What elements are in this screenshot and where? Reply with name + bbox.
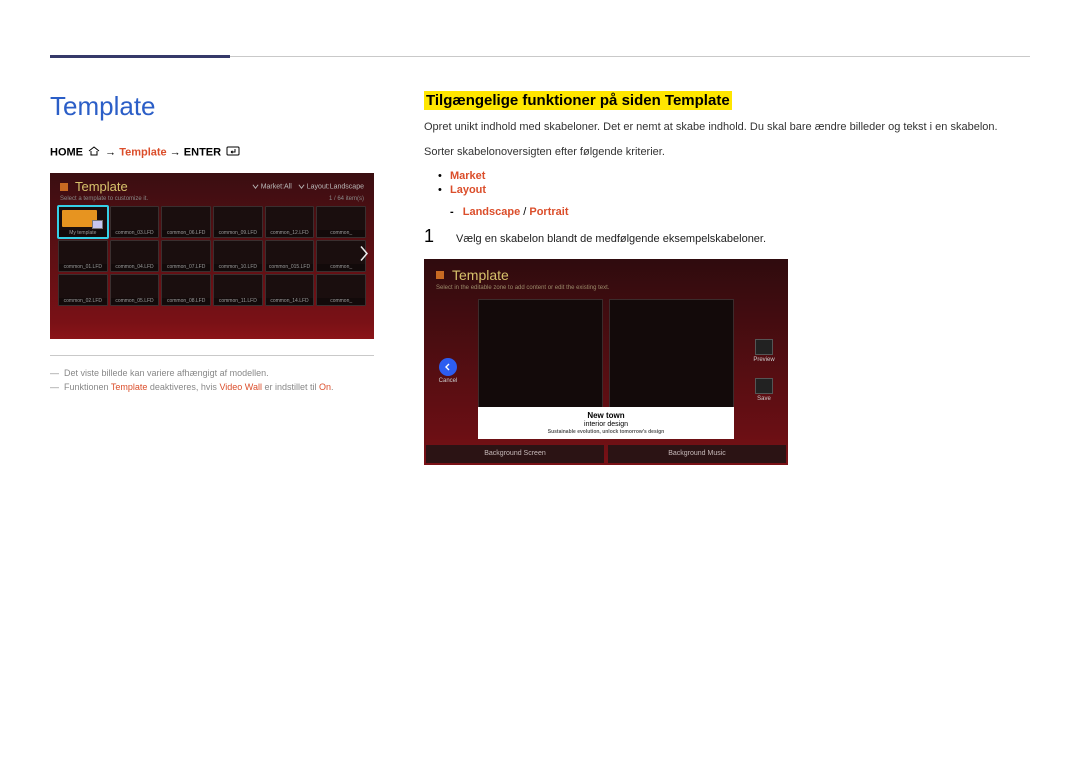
template-thumb[interactable]: common_03.LFD	[110, 206, 160, 238]
breadcrumb-arrow-2: →	[170, 146, 181, 158]
template-thumb[interactable]: common_06.LFD	[161, 206, 211, 238]
filter-layout[interactable]: Layout:Landscape	[298, 183, 364, 190]
template-doc-icon-2	[436, 271, 444, 279]
template-thumb[interactable]: common_09.LFD	[213, 206, 263, 238]
caption-subtitle: interior design	[484, 421, 728, 428]
template-thumb[interactable]: common_	[316, 274, 366, 306]
sub-orientation: - Landscape / Portrait	[450, 206, 1030, 218]
note-model-text: Det viste billede kan variere afhængigt …	[64, 368, 269, 378]
breadcrumb-arrow-1: →	[105, 146, 116, 158]
template-thumb-label: common_14.LFD	[266, 298, 314, 305]
template-caption[interactable]: New town interior design Sustainable evo…	[478, 407, 734, 439]
template-thumb-label: common_03.LFD	[111, 230, 159, 237]
note-model-vary: ― Det viste billede kan variere afhængig…	[50, 368, 374, 378]
bullet-layout: Layout	[438, 184, 1030, 196]
shot1-title: Template	[75, 179, 128, 194]
shot1-counter: 1 / 64 item(s)	[329, 196, 364, 202]
shot2-title: Template	[452, 267, 509, 283]
template-thumb-label: common_01.LFD	[59, 264, 107, 271]
template-thumb-label: common_015.LFD	[266, 264, 314, 271]
top-rule-accent	[50, 55, 230, 58]
template-thumb-label: common_12.LFD	[266, 230, 314, 237]
caption-title: New town	[587, 411, 624, 420]
shot2-subtitle: Select in the editable zone to add conte…	[424, 285, 788, 297]
filter-layout-value: Landscape	[330, 183, 364, 190]
page-title: Template	[50, 91, 374, 122]
note-video-text: Funktionen Template deaktiveres, hvis Vi…	[64, 382, 334, 392]
save-icon	[755, 378, 773, 394]
template-doc-icon	[60, 183, 68, 191]
template-thumb[interactable]: common_10.LFD	[213, 240, 263, 272]
notes-separator	[50, 355, 374, 356]
background-music-button[interactable]: Background Music	[608, 445, 786, 463]
template-thumb-label: common_07.LFD	[162, 264, 210, 271]
filter-layout-label: Layout:	[307, 183, 330, 190]
enter-icon	[226, 146, 240, 159]
save-button[interactable]: Save	[746, 378, 782, 402]
sub-landscape: Landscape	[463, 206, 520, 218]
filter-market-value: All	[284, 183, 292, 190]
shot1-subtitle: Select a template to customize it.	[60, 196, 148, 202]
template-thumb[interactable]: common_04.LFD	[110, 240, 160, 272]
breadcrumb-enter: ENTER	[184, 146, 221, 158]
back-arrow-icon	[439, 358, 457, 376]
template-thumb-label: common_06.LFD	[162, 230, 210, 237]
template-thumb-label: common_04.LFD	[111, 264, 159, 271]
template-thumb[interactable]: My template	[58, 206, 108, 238]
template-editor-screenshot: Template Select in the editable zone to …	[424, 259, 788, 465]
note-video-wall: ― Funktionen Template deaktiveres, hvis …	[50, 382, 374, 392]
template-thumb[interactable]: common_02.LFD	[58, 274, 108, 306]
filter-market[interactable]: Market:All	[252, 183, 292, 190]
template-thumb[interactable]: common_05.LFD	[110, 274, 160, 306]
top-rule	[50, 56, 1030, 57]
template-thumb[interactable]: common_015.LFD	[265, 240, 315, 272]
preview-icon	[755, 339, 773, 355]
template-thumb[interactable]: common_07.LFD	[161, 240, 211, 272]
template-thumb-label: common_09.LFD	[214, 230, 262, 237]
preview-label: Preview	[753, 357, 774, 363]
template-thumb-label: common_02.LFD	[59, 298, 107, 305]
template-thumb-label: common_11.LFD	[214, 298, 262, 305]
template-thumb[interactable]: common_08.LFD	[161, 274, 211, 306]
sort-paragraph: Sorter skabelonoversigten efter følgende…	[424, 145, 1030, 160]
preview-button[interactable]: Preview	[746, 339, 782, 363]
cancel-button[interactable]: Cancel	[430, 358, 466, 384]
template-thumb[interactable]: common_12.LFD	[265, 206, 315, 238]
intro-paragraph: Opret unikt indhold med skabeloner. Det …	[424, 120, 1030, 135]
template-thumb-label: common_05.LFD	[111, 298, 159, 305]
breadcrumb: HOME → Template → ENTER	[50, 146, 374, 159]
caption-tagline: Sustainable evolution, unlock tomorrow's…	[484, 429, 728, 435]
bullet-market: Market	[438, 170, 1030, 182]
cancel-label: Cancel	[439, 378, 458, 384]
step-number: 1	[424, 226, 442, 247]
template-thumb-label: common_10.LFD	[214, 264, 262, 271]
step-1: 1 Vælg en skabelon blandt de medfølgende…	[424, 226, 1030, 247]
template-thumb[interactable]: common_14.LFD	[265, 274, 315, 306]
save-label: Save	[757, 396, 771, 402]
step-text: Vælg en skabelon blandt de medfølgende e…	[456, 233, 766, 245]
template-thumb-label: common_	[317, 264, 365, 271]
template-thumb-label: common_	[317, 298, 365, 305]
template-thumb[interactable]: common_11.LFD	[213, 274, 263, 306]
breadcrumb-template: Template	[119, 146, 166, 158]
sub-portrait: Portrait	[529, 206, 568, 218]
template-thumb-label: common_	[317, 230, 365, 237]
home-icon	[88, 146, 100, 159]
section-title: Tilgængelige funktioner på siden Templat…	[424, 91, 732, 110]
template-thumb[interactable]: common_01.LFD	[58, 240, 108, 272]
template-grid-screenshot: Template Market:All Layout:Landscape Sel	[50, 173, 374, 339]
template-thumb[interactable]: common_	[316, 206, 366, 238]
template-thumb[interactable]: common_	[316, 240, 366, 272]
breadcrumb-home: HOME	[50, 146, 83, 158]
template-thumb-label: common_08.LFD	[162, 298, 210, 305]
template-thumb-label: My template	[59, 230, 107, 237]
background-screen-button[interactable]: Background Screen	[426, 445, 604, 463]
filter-market-label: Market:	[261, 183, 284, 190]
